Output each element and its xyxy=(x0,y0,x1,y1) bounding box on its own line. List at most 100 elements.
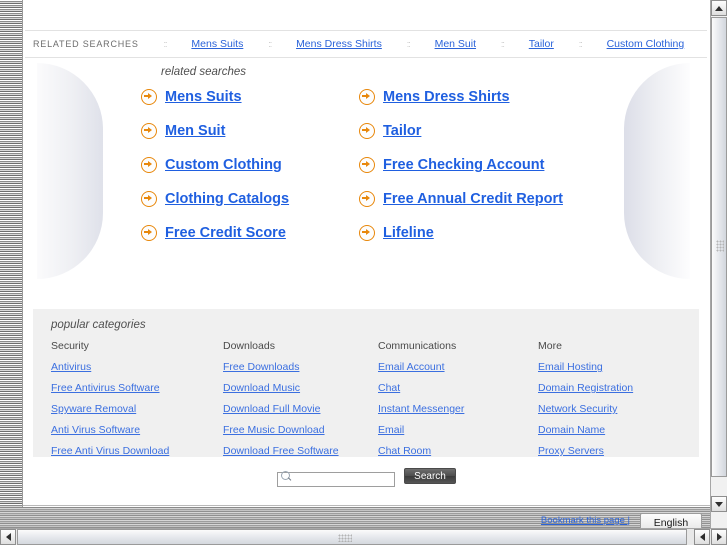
related-search-link[interactable]: Custom Clothing xyxy=(165,157,282,173)
scroll-up-button[interactable] xyxy=(711,0,727,16)
related-search-item[interactable]: Mens Suits xyxy=(141,89,359,105)
triangle-down-icon xyxy=(715,501,723,507)
related-searches-topbar: RELATED SEARCHES :: Mens Suits :: Mens D… xyxy=(25,30,707,58)
vertical-scrollbar-thumb[interactable] xyxy=(711,17,727,477)
related-search-link[interactable]: Tailor xyxy=(383,123,421,139)
related-searches-topbar-label: RELATED SEARCHES xyxy=(33,39,139,49)
related-search-link[interactable]: Free Credit Score xyxy=(165,225,286,241)
category-link[interactable]: Download Free Software xyxy=(223,445,378,457)
related-search-link[interactable]: Free Annual Credit Report xyxy=(383,191,563,207)
category-link[interactable]: Download Full Movie xyxy=(223,403,378,415)
related-searches-block: related searches Mens Suits Mens Dress S… xyxy=(141,66,621,241)
decorative-semicircle-right xyxy=(624,63,690,279)
search-button[interactable]: Search xyxy=(404,468,456,484)
category-heading: More xyxy=(538,340,562,352)
topbar-link-mens-suits[interactable]: Mens Suits xyxy=(191,38,243,50)
category-link[interactable]: Antivirus xyxy=(51,361,223,373)
related-search-item[interactable]: Free Credit Score xyxy=(141,225,359,241)
related-search-item[interactable]: Men Suit xyxy=(141,123,359,139)
scroll-left-button-secondary[interactable] xyxy=(694,529,710,545)
related-search-item[interactable]: Free Annual Credit Report xyxy=(359,191,621,207)
popular-categories-panel: popular categories Security Antivirus Fr… xyxy=(33,309,699,457)
scroll-right-button[interactable] xyxy=(711,529,727,545)
category-column-security: Security Antivirus Free Antivirus Softwa… xyxy=(51,340,223,466)
left-edge-strip xyxy=(0,0,23,532)
category-link[interactable]: Email Account xyxy=(378,361,538,373)
browser-viewport: RELATED SEARCHES :: Mens Suits :: Mens D… xyxy=(0,0,727,545)
related-search-link[interactable]: Men Suit xyxy=(165,123,225,139)
category-link[interactable]: Email Hosting xyxy=(538,361,699,373)
related-search-item[interactable]: Tailor xyxy=(359,123,621,139)
page-bottom-divider xyxy=(23,505,710,506)
search-field-wrapper xyxy=(277,469,396,487)
scroll-down-button[interactable] xyxy=(711,496,727,512)
topbar-separator: :: xyxy=(163,39,168,49)
related-search-link[interactable]: Mens Suits xyxy=(165,89,242,105)
topbar-separator: :: xyxy=(406,39,411,49)
triangle-left-icon xyxy=(699,533,705,541)
triangle-up-icon xyxy=(715,5,723,11)
related-search-link[interactable]: Clothing Catalogs xyxy=(165,191,289,207)
popular-categories-caption: popular categories xyxy=(51,319,146,331)
topbar-separator: :: xyxy=(578,39,583,49)
related-search-link[interactable]: Mens Dress Shirts xyxy=(383,89,510,105)
category-link[interactable]: Chat Room xyxy=(378,445,538,457)
triangle-right-icon xyxy=(716,533,722,541)
category-link[interactable]: Free Downloads xyxy=(223,361,378,373)
category-link[interactable]: Free Music Download xyxy=(223,424,378,436)
arrow-circle-right-icon xyxy=(359,191,375,207)
search-row: Search xyxy=(23,468,710,487)
category-link[interactable]: Instant Messenger xyxy=(378,403,538,415)
category-column-communications: Communications Email Account Chat Instan… xyxy=(378,340,538,466)
category-link[interactable]: Chat xyxy=(378,382,538,394)
arrow-circle-right-icon xyxy=(141,89,157,105)
triangle-left-icon xyxy=(5,533,11,541)
category-column-downloads: Downloads Free Downloads Download Music … xyxy=(223,340,378,466)
topbar-link-tailor[interactable]: Tailor xyxy=(529,38,554,50)
related-search-item[interactable]: Clothing Catalogs xyxy=(141,191,359,207)
category-link[interactable]: Email xyxy=(378,424,538,436)
arrow-circle-right-icon xyxy=(141,157,157,173)
topbar-link-custom-clothing[interactable]: Custom Clothing xyxy=(607,38,685,50)
related-search-link[interactable]: Lifeline xyxy=(383,225,434,241)
related-search-link[interactable]: Free Checking Account xyxy=(383,157,544,173)
category-link[interactable]: Spyware Removal xyxy=(51,403,223,415)
scrollbar-grip xyxy=(716,240,724,252)
arrow-circle-right-icon xyxy=(359,89,375,105)
arrow-circle-right-icon xyxy=(141,191,157,207)
related-search-item[interactable]: Lifeline xyxy=(359,225,621,241)
page-content: RELATED SEARCHES :: Mens Suits :: Mens D… xyxy=(23,0,710,507)
related-search-item[interactable]: Custom Clothing xyxy=(141,157,359,173)
related-search-item[interactable]: Mens Dress Shirts xyxy=(359,89,621,105)
category-link[interactable]: Network Security xyxy=(538,403,699,415)
popular-categories-columns: Security Antivirus Free Antivirus Softwa… xyxy=(51,340,699,466)
arrow-circle-right-icon xyxy=(359,157,375,173)
topbar-link-men-suit[interactable]: Men Suit xyxy=(435,38,476,50)
topbar-link-mens-dress-shirts[interactable]: Mens Dress Shirts xyxy=(296,38,382,50)
category-link[interactable]: Free Antivirus Software xyxy=(51,382,223,394)
vertical-scrollbar[interactable] xyxy=(710,0,727,528)
arrow-circle-right-icon xyxy=(359,225,375,241)
arrow-circle-right-icon xyxy=(359,123,375,139)
arrow-circle-right-icon xyxy=(141,225,157,241)
category-link[interactable]: Domain Name xyxy=(538,424,699,436)
decorative-semicircle-left xyxy=(37,63,103,279)
category-heading: Downloads xyxy=(223,340,275,352)
category-link[interactable]: Domain Registration xyxy=(538,382,699,394)
horizontal-scrollbar[interactable] xyxy=(0,528,727,545)
category-link[interactable]: Anti Virus Software xyxy=(51,424,223,436)
topbar-separator: :: xyxy=(500,39,505,49)
category-heading: Communications xyxy=(378,340,457,352)
category-heading: Security xyxy=(51,340,89,352)
related-searches-grid: Mens Suits Mens Dress Shirts Men Suit Ta… xyxy=(141,89,621,241)
category-link[interactable]: Download Music xyxy=(223,382,378,394)
category-link[interactable]: Proxy Servers xyxy=(538,445,699,457)
related-search-item[interactable]: Free Checking Account xyxy=(359,157,621,173)
bookmark-this-page-link[interactable]: Bookmark this page | xyxy=(541,515,630,526)
category-link[interactable]: Free Anti Virus Download xyxy=(51,445,223,457)
arrow-circle-right-icon xyxy=(141,123,157,139)
scrollbar-grip xyxy=(338,534,352,542)
search-input[interactable] xyxy=(277,471,396,487)
scroll-left-button[interactable] xyxy=(0,529,16,545)
horizontal-scrollbar-thumb[interactable] xyxy=(17,529,687,545)
